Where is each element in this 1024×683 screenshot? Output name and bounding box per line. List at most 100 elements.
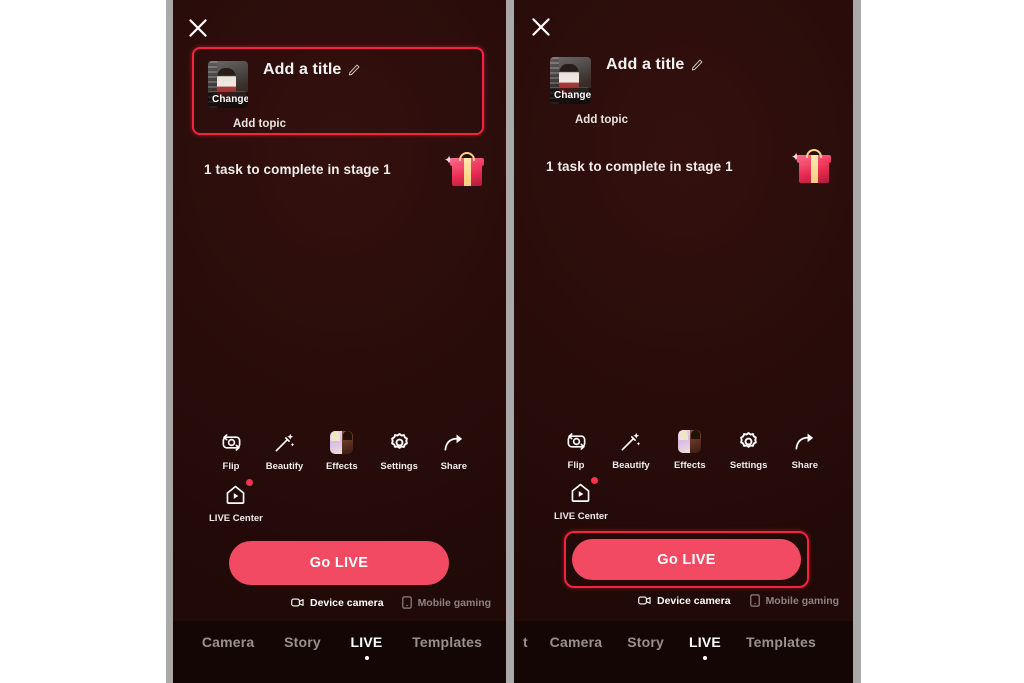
mode-device-camera[interactable]: Device camera (638, 595, 731, 607)
mode-mobile-gaming[interactable]: Mobile gaming (401, 596, 491, 609)
mode-label: Device camera (657, 594, 731, 607)
nav-item-live[interactable]: LIVE (689, 634, 721, 660)
effects-face-icon[interactable] (330, 430, 354, 454)
notification-badge-dot (590, 477, 598, 484)
add-title-field[interactable]: Add a title (606, 56, 704, 74)
live-center-label: LIVE Center (554, 511, 608, 522)
pencil-icon[interactable] (690, 58, 704, 72)
gear-icon[interactable] (737, 429, 761, 453)
stream-thumbnail[interactable]: Change (550, 57, 591, 104)
go-live-highlight-box: Go LIVE (564, 531, 809, 588)
tool-beautify[interactable]: Beautify (266, 430, 303, 472)
share-arrow-icon[interactable] (793, 429, 817, 453)
nav-label: Story (627, 634, 665, 650)
smiley-emoji-icon (213, 117, 226, 130)
screenshot-stage: Change Add a title Add topic 1 task to c… (0, 0, 1024, 683)
go-live-button[interactable]: Go LIVE (229, 541, 449, 585)
add-topic-label: Add topic (233, 117, 287, 130)
tool-label: Share (440, 461, 467, 472)
stream-thumbnail[interactable]: Change (208, 61, 248, 108)
tool-live-center[interactable]: LIVE Center (209, 479, 263, 524)
add-title-label: Add a title (606, 56, 685, 73)
gift-icon: ✦ ✦ (444, 152, 484, 186)
share-arrow-icon[interactable] (442, 430, 466, 454)
camera-box-icon (638, 596, 651, 605)
phone-panel-right: Change Add a title Add topic 1 task to c… (514, 0, 853, 683)
task-banner[interactable]: 1 task to complete in stage 1 ✦ ✦ (204, 150, 484, 188)
tool-live-center[interactable]: LIVE Center (554, 477, 608, 522)
smiley-emoji-icon (555, 113, 568, 126)
gift-ribbon (464, 158, 471, 186)
tool-effects[interactable]: Effects (326, 430, 358, 472)
tool-label: Beautify (265, 461, 304, 472)
phone-icon (401, 596, 412, 609)
tool-beautify[interactable]: Beautify (612, 429, 650, 471)
nav-item-templates[interactable]: Templates (746, 634, 816, 650)
tool-settings[interactable]: Settings (380, 430, 418, 472)
flip-camera-icon[interactable] (219, 430, 243, 454)
nav-item-story[interactable]: Story (627, 634, 664, 650)
phone-icon (749, 594, 760, 607)
tool-label: Flip (567, 460, 585, 471)
add-topic-label: Add topic (575, 113, 629, 126)
mode-label: Mobile gaming (765, 594, 840, 607)
mode-device-camera[interactable]: Device camera (291, 597, 384, 609)
magic-wand-icon[interactable] (619, 429, 643, 453)
nav-item-cutoff[interactable]: t (523, 634, 528, 650)
frame-divider-right (853, 0, 861, 683)
nav-active-indicator (364, 656, 369, 660)
nav-label: Templates (745, 634, 816, 650)
add-topic-button[interactable]: Add topic (213, 117, 286, 130)
add-title-field[interactable]: Add a title (263, 61, 361, 79)
live-center-house-icon[interactable] (569, 477, 598, 504)
tool-label: Flip (222, 461, 240, 472)
tool-label: Effects (325, 461, 358, 472)
nav-label: LIVE (689, 634, 721, 650)
title-card[interactable]: Change Add a title Add topic (536, 47, 832, 133)
go-live-wrapper: Go LIVE (229, 541, 449, 585)
nav-item-templates[interactable]: Templates (412, 634, 482, 650)
close-icon[interactable] (185, 15, 211, 41)
tool-label: Effects (673, 460, 706, 471)
tool-settings[interactable]: Settings (730, 429, 767, 471)
title-card[interactable]: Change Add a title Add topic (192, 47, 484, 135)
bottom-nav: Camera Story LIVE Templates (187, 634, 497, 660)
go-live-button[interactable]: Go LIVE (572, 539, 801, 580)
tool-flip[interactable]: Flip (564, 429, 588, 471)
add-topic-button[interactable]: Add topic (555, 113, 628, 126)
frame-divider-left (166, 0, 173, 683)
gear-icon[interactable] (387, 430, 411, 454)
nav-item-live[interactable]: LIVE (351, 634, 383, 660)
nav-active-indicator (703, 656, 707, 660)
pencil-icon[interactable] (347, 63, 361, 77)
mode-row: Device camera Mobile gaming (638, 594, 853, 607)
nav-item-camera[interactable]: Camera (202, 634, 255, 650)
nav-label: Camera (549, 634, 603, 650)
live-center-label: LIVE Center (209, 513, 263, 524)
close-icon[interactable] (528, 14, 554, 40)
nav-item-camera[interactable]: Camera (550, 634, 603, 650)
nav-label: Templates (412, 634, 483, 650)
nav-label: Camera (201, 634, 255, 650)
tool-label: Settings (729, 460, 768, 471)
nav-label: LIVE (350, 634, 383, 650)
mode-mobile-gaming[interactable]: Mobile gaming (749, 594, 840, 607)
mode-label: Device camera (310, 596, 384, 609)
task-banner-label: 1 task to complete in stage 1 (546, 158, 733, 174)
tool-row: Flip Beautify Effects Settings Share (219, 430, 467, 472)
nav-item-story[interactable]: Story (284, 634, 321, 650)
tool-share[interactable]: Share (441, 430, 467, 472)
tool-label: Share (791, 460, 818, 471)
thumbnail-change-label[interactable]: Change (208, 92, 248, 108)
magic-wand-icon[interactable] (272, 430, 296, 454)
tool-effects[interactable]: Effects (674, 429, 706, 471)
live-center-house-icon[interactable] (224, 479, 253, 506)
tool-flip[interactable]: Flip (219, 430, 243, 472)
camera-box-icon (291, 598, 304, 607)
tool-share[interactable]: Share (792, 429, 818, 471)
thumbnail-change-label[interactable]: Change (550, 88, 591, 104)
effects-face-icon[interactable] (678, 429, 702, 453)
gift-ribbon (811, 155, 818, 183)
task-banner[interactable]: 1 task to complete in stage 1 ✦ ✦ (546, 147, 831, 185)
flip-camera-icon[interactable] (564, 429, 588, 453)
